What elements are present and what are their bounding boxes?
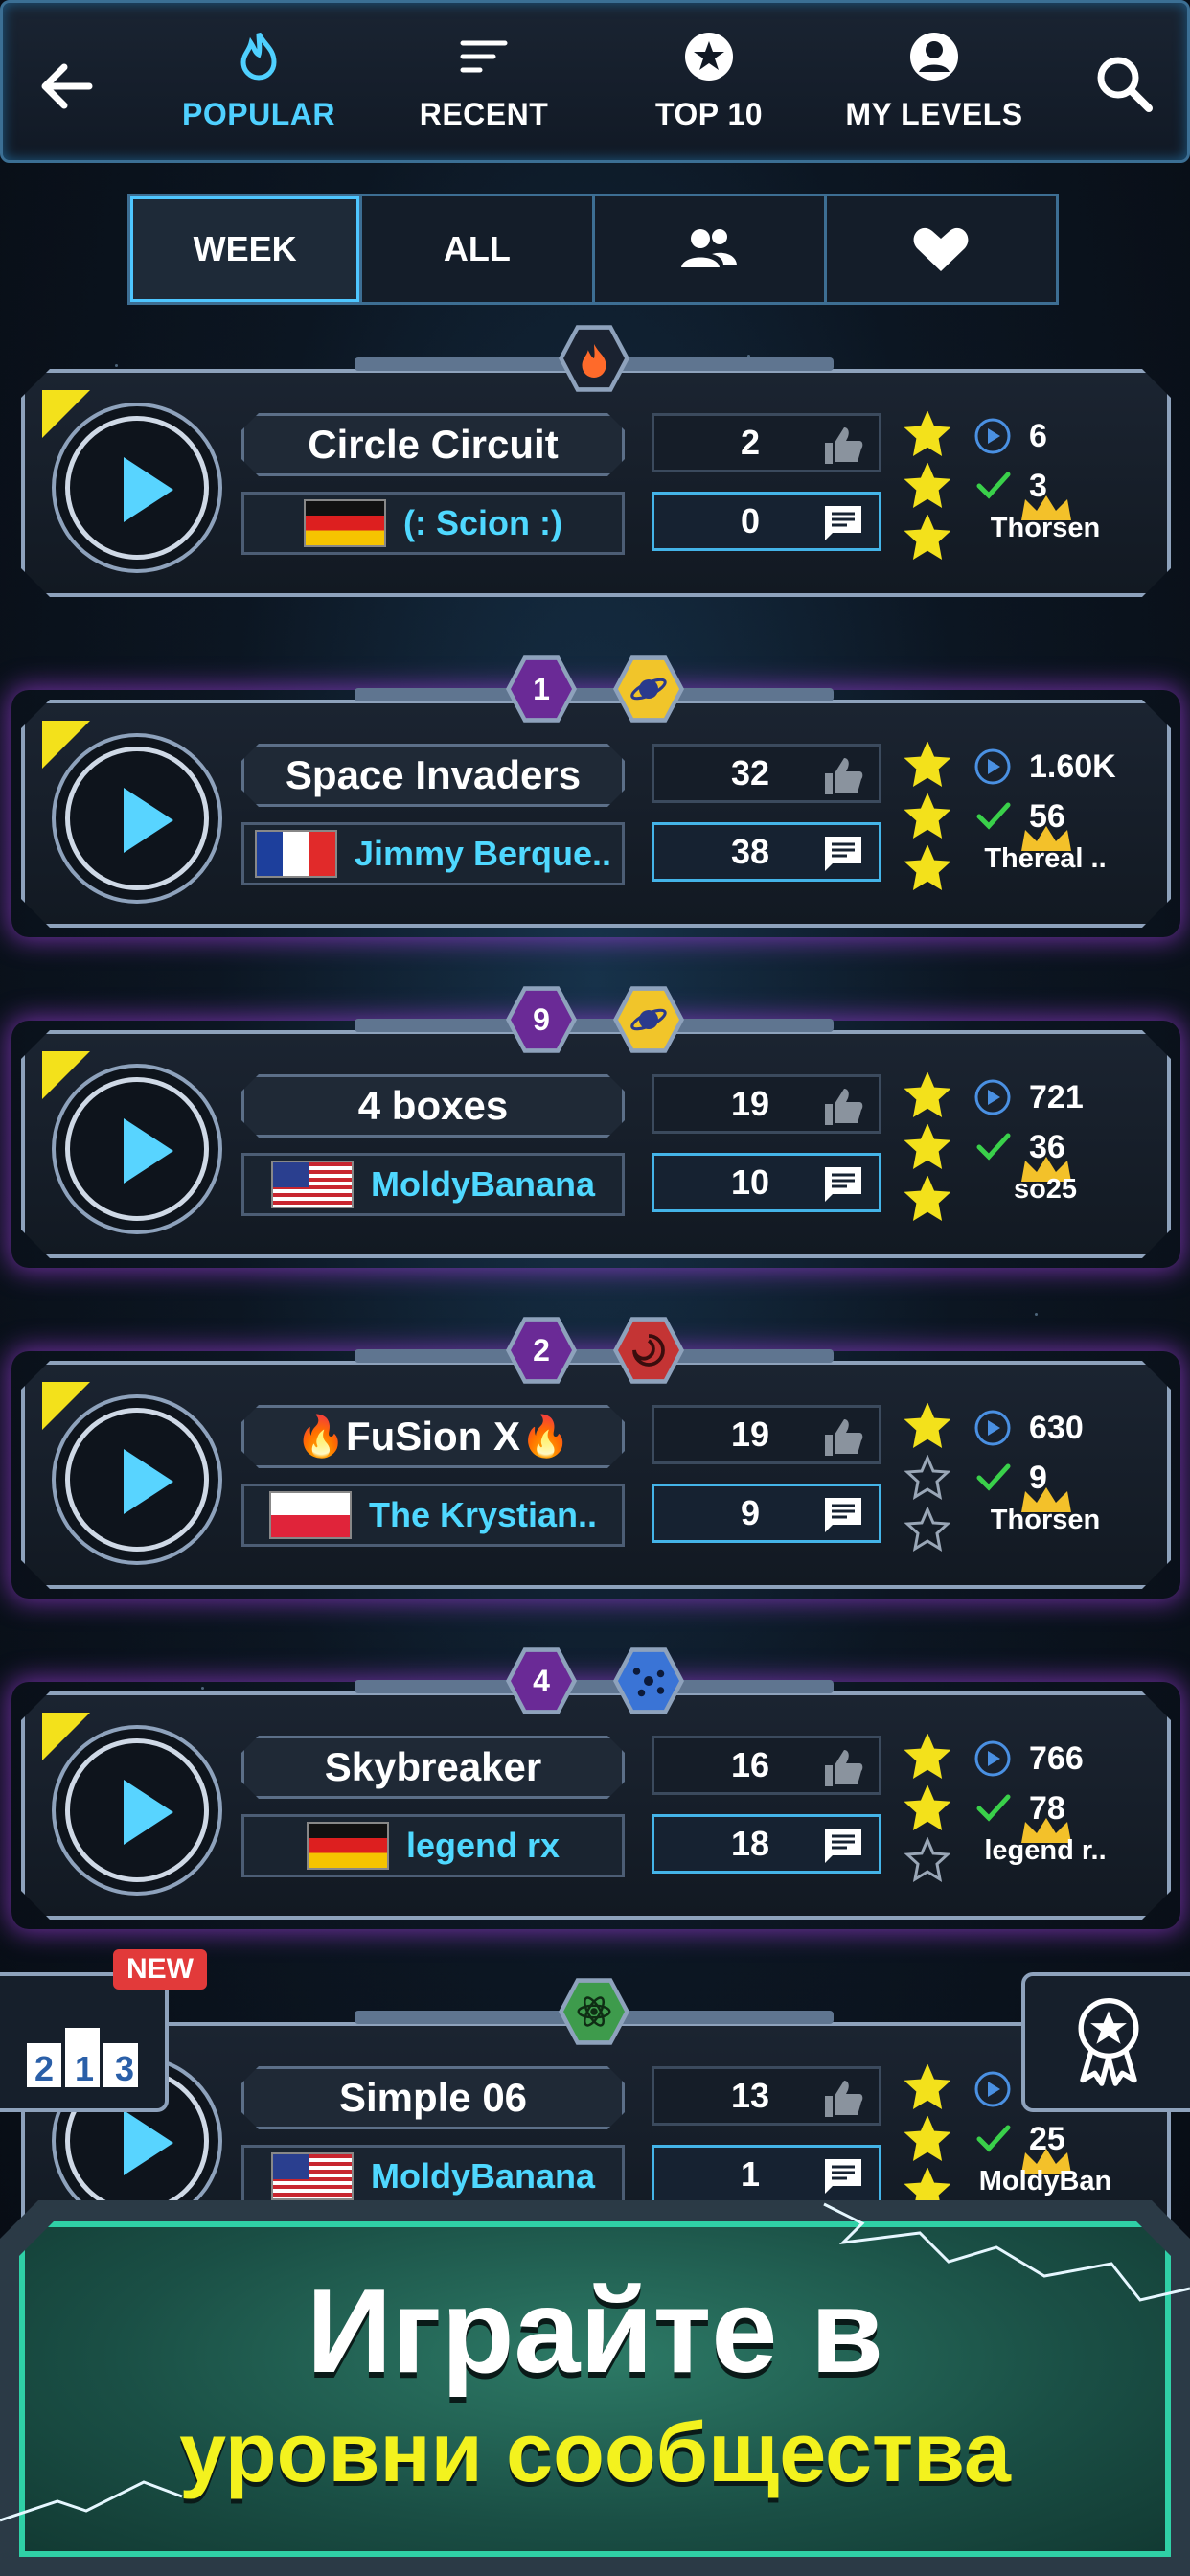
promo-subheadline: уровни сообщества (179, 2404, 1011, 2499)
promo-headline: Играйте в (306, 2266, 884, 2398)
lightning-decoration (0, 2202, 1190, 2522)
